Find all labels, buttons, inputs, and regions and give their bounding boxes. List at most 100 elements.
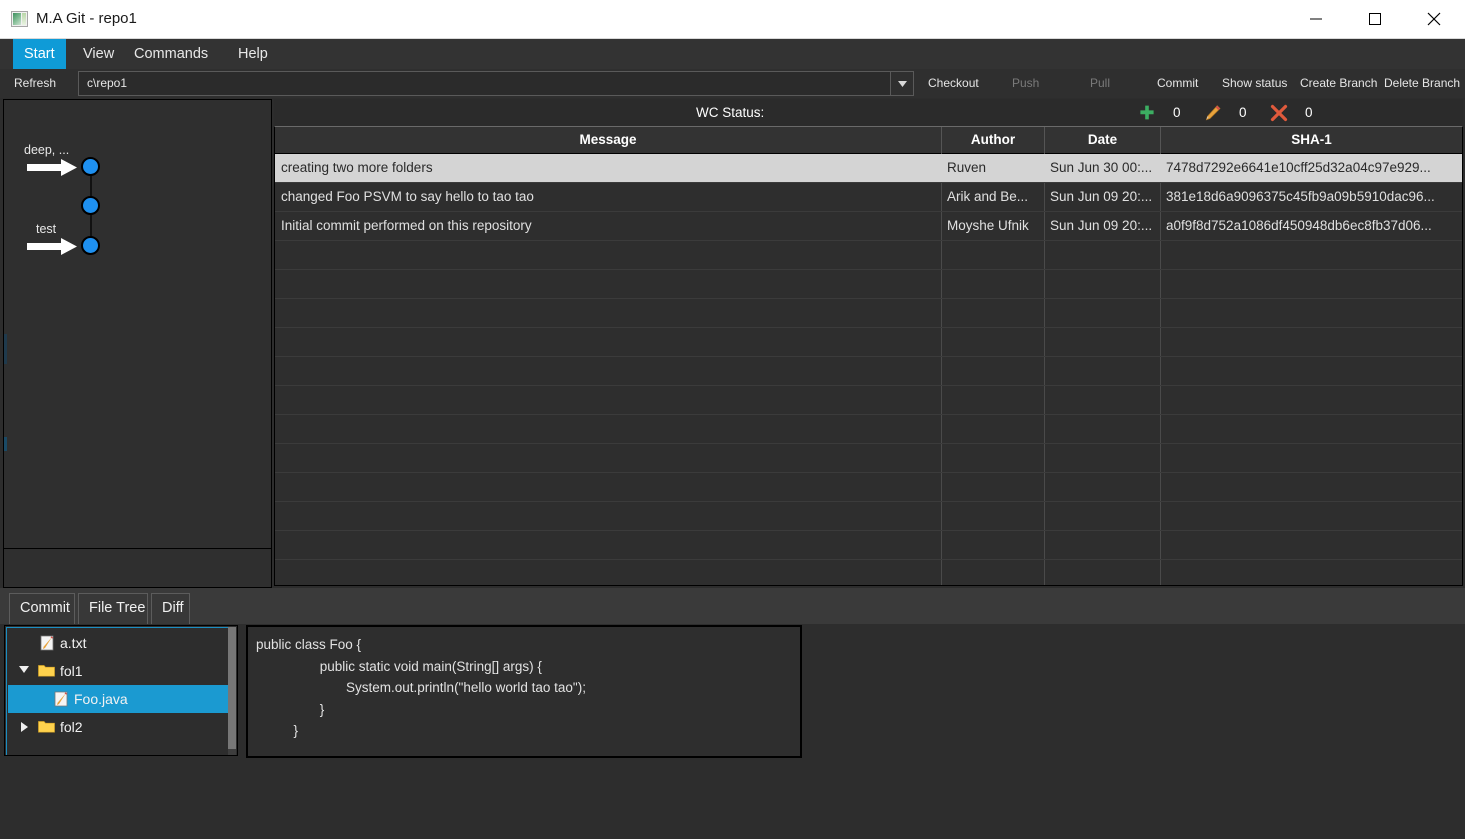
window-title: M.A Git - repo1	[36, 10, 137, 27]
column-header-message[interactable]: Message	[275, 127, 941, 153]
cell-date: Sun Jun 30 00:...	[1050, 160, 1153, 175]
list-item-selected[interactable]: Foo.java	[8, 685, 231, 713]
minimize-button[interactable]	[1293, 0, 1339, 38]
wc-modified-count: 0	[1239, 105, 1247, 120]
table-row-empty[interactable]	[275, 560, 1462, 585]
file-tree-scrollbar-thumb[interactable]	[228, 627, 236, 749]
graph-node[interactable]	[81, 157, 100, 176]
cell-author: Ruven	[947, 160, 987, 175]
chevron-right-icon[interactable]	[21, 722, 28, 732]
list-item-label: a.txt	[60, 635, 87, 651]
refresh-button[interactable]: Refresh	[14, 69, 56, 98]
show-status-button[interactable]: Show status	[1222, 69, 1287, 98]
table-row-empty[interactable]	[275, 241, 1462, 270]
pull-button[interactable]: Pull	[1090, 69, 1110, 98]
list-item[interactable]: fol1	[8, 657, 231, 685]
code-line: public class Foo {	[256, 637, 362, 652]
list-item[interactable]: a.txt	[8, 629, 231, 657]
repo-path-input[interactable]: c\repo1	[87, 72, 127, 95]
branch-arrow-deep	[27, 159, 77, 176]
menu-item-view[interactable]: View	[72, 39, 125, 69]
list-item-label: fol1	[60, 663, 83, 679]
title-bar: M.A Git - repo1	[0, 0, 1465, 39]
tab-file-tree[interactable]: File Tree	[78, 593, 148, 624]
code-preview-panel[interactable]: public class Foo { public static void ma…	[246, 625, 802, 758]
file-tree-panel[interactable]: a.txt fol1 Foo.java fol2	[4, 625, 238, 756]
app-image-gradient-icon	[11, 11, 28, 27]
tab-diff[interactable]: Diff	[151, 593, 190, 624]
cell-message: Initial commit performed on this reposit…	[281, 218, 532, 233]
table-row-empty[interactable]	[275, 357, 1462, 386]
branch-label-deep: deep, ...	[24, 143, 70, 157]
toolbar: Refresh c\repo1 Checkout Push Pull Commi…	[0, 69, 1465, 98]
menu-item-start[interactable]: Start	[13, 39, 66, 69]
wc-status-label: WC Status:	[696, 105, 765, 120]
table-row[interactable]: Initial commit performed on this reposit…	[275, 212, 1462, 241]
code-line: public static void main(String[] args) {	[256, 658, 542, 674]
cell-date: Sun Jun 09 20:...	[1050, 189, 1153, 204]
repo-path-combobox[interactable]: c\repo1	[78, 71, 914, 96]
commit-table[interactable]: Message Author Date SHA-1 creating two m…	[274, 126, 1463, 586]
code-line: System.out.println("hello world tao tao"…	[256, 680, 586, 695]
column-header-sha1[interactable]: SHA-1	[1160, 127, 1462, 153]
cell-author: Moyshe Ufnik	[947, 218, 1029, 233]
table-row-empty[interactable]	[275, 270, 1462, 299]
cell-sha1: a0f9f8d752a1086df450948db6ec8fb37d06...	[1166, 218, 1432, 233]
checkout-button[interactable]: Checkout	[928, 69, 979, 98]
cell-sha1: 381e18d6a9096375c45fb9a09b5910dac96...	[1166, 189, 1435, 204]
wc-added-count: 0	[1173, 105, 1181, 120]
graph-scrollbar-marker	[4, 437, 7, 451]
file-tree-scrollbar[interactable]	[228, 627, 236, 755]
push-button[interactable]: Push	[1012, 69, 1039, 98]
table-row-empty[interactable]	[275, 386, 1462, 415]
table-row-empty[interactable]	[275, 299, 1462, 328]
menu-bar: Start View Commands Help	[0, 39, 1465, 69]
folder-icon	[38, 721, 55, 733]
commit-table-header: Message Author Date SHA-1	[275, 127, 1462, 154]
code-line: }	[256, 701, 325, 717]
graph-vertical-scrollbar[interactable]	[4, 334, 7, 364]
table-row-empty[interactable]	[275, 473, 1462, 502]
table-row-empty[interactable]	[275, 444, 1462, 473]
table-row[interactable]: changed Foo PSVM to say hello to tao tao…	[275, 183, 1462, 212]
graph-node[interactable]	[81, 196, 100, 215]
table-row-empty[interactable]	[275, 502, 1462, 531]
chevron-down-icon[interactable]	[890, 72, 913, 95]
cell-message: creating two more folders	[281, 160, 433, 175]
table-row-empty[interactable]	[275, 415, 1462, 444]
table-row[interactable]: creating two more folders Ruven Sun Jun …	[275, 154, 1462, 183]
close-button[interactable]	[1411, 0, 1457, 38]
tab-commit[interactable]: Commit	[9, 593, 75, 624]
graph-node[interactable]	[81, 236, 100, 255]
table-row-empty[interactable]	[275, 531, 1462, 560]
chevron-down-icon[interactable]	[19, 666, 29, 673]
file-tree-list[interactable]: a.txt fol1 Foo.java fol2	[6, 627, 231, 755]
commit-graph-panel[interactable]: deep, ... test	[3, 99, 272, 549]
wc-status-bar: WC Status: 0 0 0	[274, 99, 1463, 126]
delete-branch-button[interactable]: Delete Branch	[1384, 69, 1460, 98]
table-row-empty[interactable]	[275, 328, 1462, 357]
code-line: }	[256, 723, 299, 738]
create-branch-button[interactable]: Create Branch	[1300, 69, 1377, 98]
column-header-author[interactable]: Author	[941, 127, 1044, 153]
file-edit-icon	[40, 635, 54, 651]
branch-arrow-test	[27, 238, 77, 255]
column-header-date[interactable]: Date	[1044, 127, 1160, 153]
menu-item-commands[interactable]: Commands	[123, 39, 219, 69]
pencil-icon	[1205, 105, 1221, 121]
list-item[interactable]: fol2	[8, 713, 231, 741]
commit-button[interactable]: Commit	[1157, 69, 1198, 98]
maximize-button[interactable]	[1352, 0, 1398, 38]
cell-message: changed Foo PSVM to say hello to tao tao	[281, 189, 534, 204]
wc-deleted-count: 0	[1305, 105, 1313, 120]
cell-date: Sun Jun 09 20:...	[1050, 218, 1153, 233]
cell-sha1: 7478d7292e6641e10cff25d32a04c97e929...	[1166, 160, 1431, 175]
list-item-label: Foo.java	[74, 691, 128, 707]
branch-label-test: test	[36, 222, 57, 236]
list-item-label: fol2	[60, 719, 83, 735]
file-edit-icon	[54, 691, 68, 707]
menu-item-help[interactable]: Help	[227, 39, 279, 69]
folder-icon	[38, 665, 55, 677]
x-mark-icon	[1270, 104, 1288, 122]
cell-author: Arik and Be...	[947, 189, 1029, 204]
